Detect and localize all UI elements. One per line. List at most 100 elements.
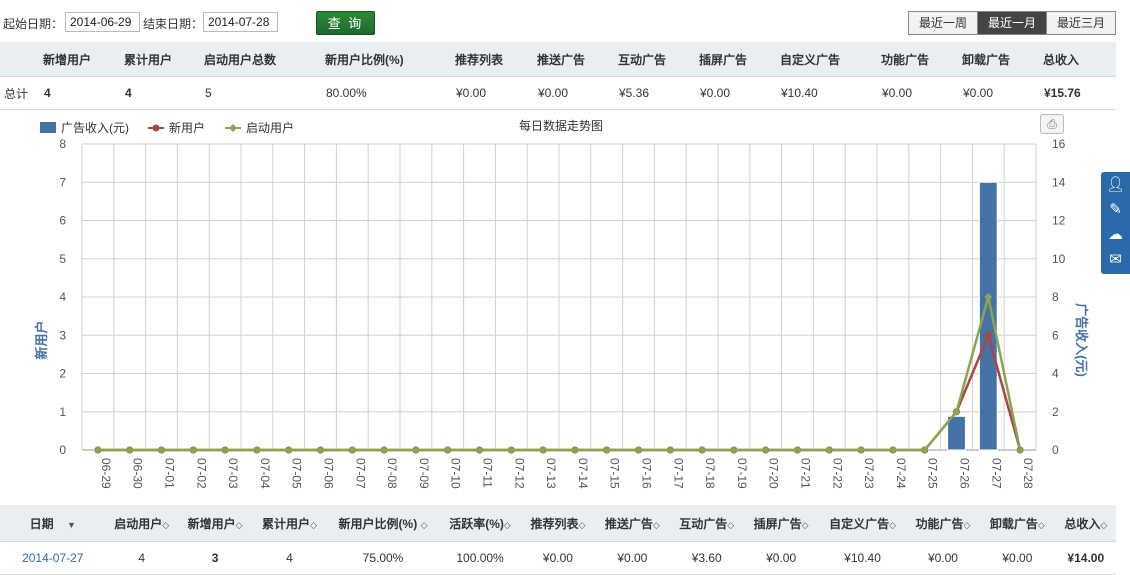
data-point bbox=[284, 446, 293, 454]
sort-icon: ◇ bbox=[1037, 519, 1045, 530]
date-cell: 2014-07-27 bbox=[0, 541, 106, 575]
date-link[interactable]: 2014-07-27 bbox=[22, 551, 83, 565]
y-axis-label: 新用户 bbox=[34, 320, 49, 359]
summary-header: 推送广告 bbox=[537, 42, 618, 77]
table-cell: ¥14.00 bbox=[1055, 541, 1116, 575]
print-icon[interactable]: ⎙ bbox=[1040, 114, 1064, 134]
table-cell: ¥0.00 bbox=[595, 541, 670, 575]
sort-icon: ◇ bbox=[420, 519, 428, 530]
sort-icon: ◇ bbox=[235, 519, 243, 530]
mail-icon[interactable]: ✉ bbox=[1101, 247, 1130, 272]
start-date-label: 起始日期： bbox=[3, 17, 64, 31]
table-cell: 4 bbox=[252, 541, 327, 575]
x-tick-label: 07-13 bbox=[544, 458, 558, 489]
column-header[interactable]: 新增用户◇ bbox=[177, 505, 253, 542]
summary-cell: 80.00% bbox=[325, 76, 455, 110]
sort-icon: ◇ bbox=[801, 519, 809, 530]
summary-cell: ¥15.76 bbox=[1043, 76, 1116, 110]
column-header-label: 新增用户 bbox=[187, 516, 236, 531]
summary-table: 新增用户 累计用户 启动用户总数 新用户比例(%) 推荐列表 推送广告 互动广告… bbox=[0, 42, 1116, 110]
column-header[interactable]: 活跃率(%)◇ bbox=[439, 505, 521, 542]
x-tick-label: 07-01 bbox=[163, 458, 177, 489]
column-header[interactable]: 互动广告◇ bbox=[669, 505, 744, 542]
y-tick-label: 7 bbox=[59, 175, 66, 189]
x-tick-label: 07-08 bbox=[385, 458, 399, 489]
summary-header: 总收入 bbox=[1043, 42, 1116, 77]
summary-total-row: 总计 4 4 5 80.00% ¥0.00 ¥0.00 ¥5.36 ¥0.00 … bbox=[0, 76, 1116, 110]
y-tick-label: 2 bbox=[59, 367, 66, 381]
column-header-label: 自定义广告 bbox=[829, 516, 890, 531]
summary-header: 新增用户 bbox=[43, 42, 124, 77]
column-header-label: 累计用户 bbox=[262, 516, 311, 531]
column-header-label: 推荐列表 bbox=[530, 516, 579, 531]
column-header[interactable]: 自定义广告◇ bbox=[818, 505, 907, 542]
summary-header: 自定义广告 bbox=[780, 42, 881, 77]
summary-cell: 5 bbox=[204, 76, 325, 110]
column-header[interactable]: 推荐列表◇ bbox=[520, 505, 596, 542]
table-cell: ¥0.00 bbox=[906, 541, 980, 575]
data-point bbox=[411, 446, 420, 454]
summary-header: 启动用户总数 bbox=[204, 42, 325, 77]
x-tick-label: 07-15 bbox=[608, 458, 622, 489]
y2-tick-label: 14 bbox=[1052, 175, 1066, 189]
column-header-label: 总收入 bbox=[1064, 516, 1101, 531]
summary-cell: ¥0.00 bbox=[537, 76, 618, 110]
data-point bbox=[443, 446, 452, 454]
end-date-input[interactable] bbox=[203, 12, 278, 32]
summary-header: 累计用户 bbox=[124, 42, 204, 77]
sort-icon: ◇ bbox=[1100, 519, 1108, 530]
x-tick-label: 07-10 bbox=[449, 458, 463, 489]
legend-marker bbox=[229, 124, 237, 132]
column-header[interactable]: 日期 ▼ bbox=[0, 505, 106, 542]
table-cell: ¥0.00 bbox=[743, 541, 819, 575]
column-header[interactable]: 启动用户◇ bbox=[105, 505, 178, 542]
column-header[interactable]: 总收入◇ bbox=[1055, 505, 1116, 542]
sort-icon: ◇ bbox=[578, 519, 586, 530]
sort-icon: ◇ bbox=[727, 519, 735, 530]
sort-icon: ▼ bbox=[67, 519, 76, 530]
x-tick-label: 07-28 bbox=[1021, 458, 1035, 489]
data-point bbox=[888, 446, 897, 454]
column-header[interactable]: 功能广告◇ bbox=[906, 505, 980, 542]
data-point bbox=[507, 446, 516, 454]
summary-cell: ¥5.36 bbox=[618, 76, 699, 110]
detail-header-row: 日期 ▼ 启动用户◇ 新增用户◇ 累计用户◇ 新用户比例(%) ◇ 活跃率(%)… bbox=[0, 505, 1116, 542]
user-icon[interactable]: 👤︎ bbox=[1101, 172, 1130, 197]
range-month-button[interactable]: 最近一月 bbox=[978, 12, 1048, 34]
summary-cell: ¥0.00 bbox=[455, 76, 537, 110]
column-header[interactable]: 卸载广告◇ bbox=[979, 505, 1056, 542]
data-point bbox=[761, 446, 770, 454]
column-header-label: 活跃率(%) bbox=[449, 516, 504, 531]
summary-header-row: 新增用户 累计用户 启动用户总数 新用户比例(%) 推荐列表 推送广告 互动广告… bbox=[0, 42, 1116, 77]
table-cell: 75.00% bbox=[326, 541, 440, 575]
column-header-label: 新用户比例(%) bbox=[338, 516, 418, 531]
start-date-input[interactable] bbox=[65, 12, 140, 32]
legend-item: 启动用户 bbox=[246, 120, 294, 135]
wechat-icon[interactable]: ☁ bbox=[1101, 222, 1130, 247]
y-tick-label: 1 bbox=[59, 405, 66, 419]
x-tick-label: 07-27 bbox=[989, 458, 1003, 489]
summary-cell: 4 bbox=[124, 76, 204, 110]
data-point bbox=[698, 446, 707, 454]
range-quarter-button[interactable]: 最近三月 bbox=[1047, 12, 1116, 34]
x-tick-label: 07-18 bbox=[703, 458, 717, 489]
column-header[interactable]: 插屏广告◇ bbox=[743, 505, 819, 542]
data-point bbox=[252, 446, 261, 454]
column-header[interactable]: 推送广告◇ bbox=[595, 505, 670, 542]
x-tick-label: 07-22 bbox=[830, 458, 844, 489]
data-point bbox=[634, 446, 643, 454]
edit-icon[interactable]: ✎ bbox=[1101, 197, 1130, 222]
x-tick-label: 06-29 bbox=[99, 458, 113, 489]
column-header[interactable]: 新用户比例(%) ◇ bbox=[326, 505, 440, 542]
sort-icon: ◇ bbox=[889, 519, 897, 530]
column-header-label: 日期 bbox=[29, 516, 54, 531]
x-tick-label: 07-05 bbox=[290, 458, 304, 489]
query-button[interactable]: 查 询 bbox=[316, 11, 375, 35]
x-tick-label: 07-04 bbox=[258, 458, 272, 489]
summary-cell: ¥0.00 bbox=[962, 76, 1043, 110]
column-header[interactable]: 累计用户◇ bbox=[252, 505, 327, 542]
column-header-label: 功能广告 bbox=[915, 516, 964, 531]
summary-header: 插屏广告 bbox=[699, 42, 780, 77]
data-point bbox=[380, 446, 389, 454]
range-week-button[interactable]: 最近一周 bbox=[909, 12, 979, 34]
